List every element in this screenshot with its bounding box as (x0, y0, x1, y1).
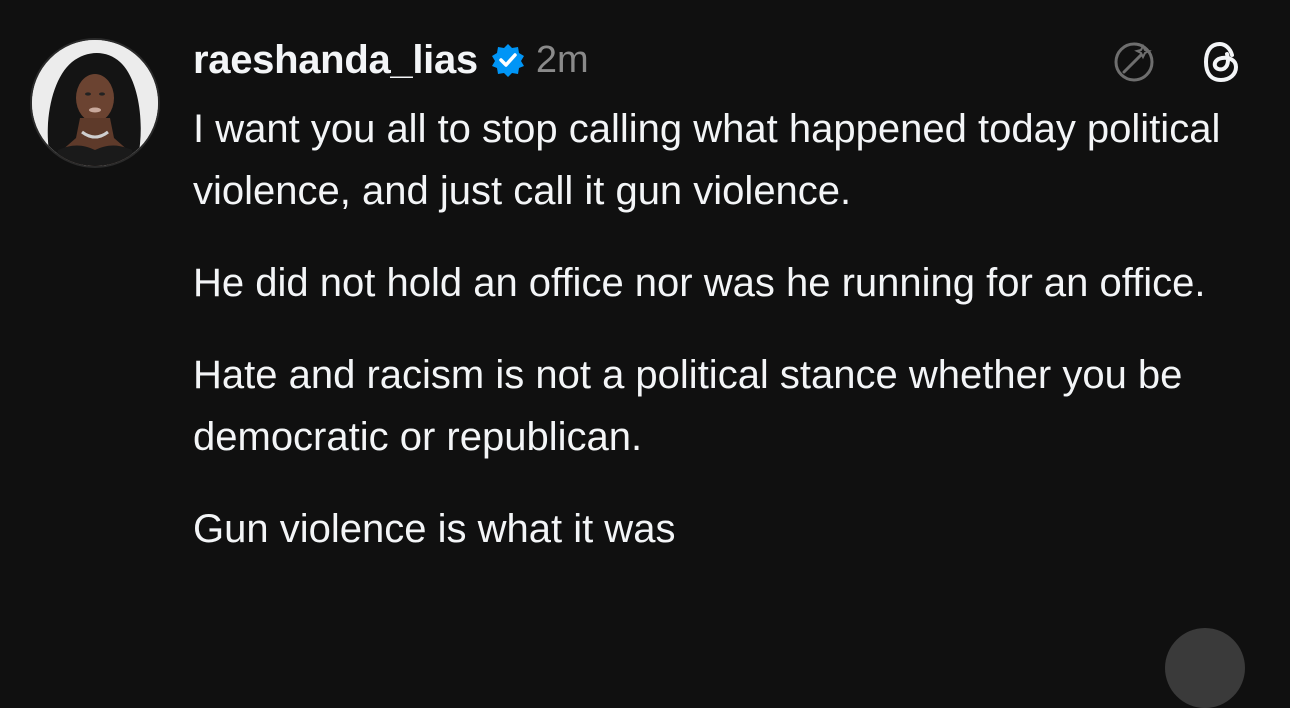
verified-badge-icon (490, 42, 526, 78)
post-body: I want you all to stop calling what happ… (193, 98, 1263, 590)
threads-logo-icon[interactable] (1198, 38, 1246, 86)
post-paragraph: I want you all to stop calling what happ… (193, 107, 1221, 213)
avatar-photo (32, 40, 158, 166)
corner-avatar (1165, 628, 1245, 708)
post-timestamp: 2m (535, 38, 589, 81)
post-paragraph: Hate and racism is not a political stanc… (193, 353, 1183, 459)
avatar[interactable] (30, 38, 160, 168)
post-paragraph: He did not hold an office nor was he run… (193, 261, 1206, 305)
post-header: raeshanda_lias 2m (193, 36, 589, 84)
ai-edit-icon[interactable] (1110, 38, 1158, 86)
threads-post: raeshanda_lias 2m I want you all to stop… (0, 0, 1290, 708)
username[interactable]: raeshanda_lias (193, 38, 478, 83)
post-paragraph: Gun violence is what it was (193, 507, 676, 551)
